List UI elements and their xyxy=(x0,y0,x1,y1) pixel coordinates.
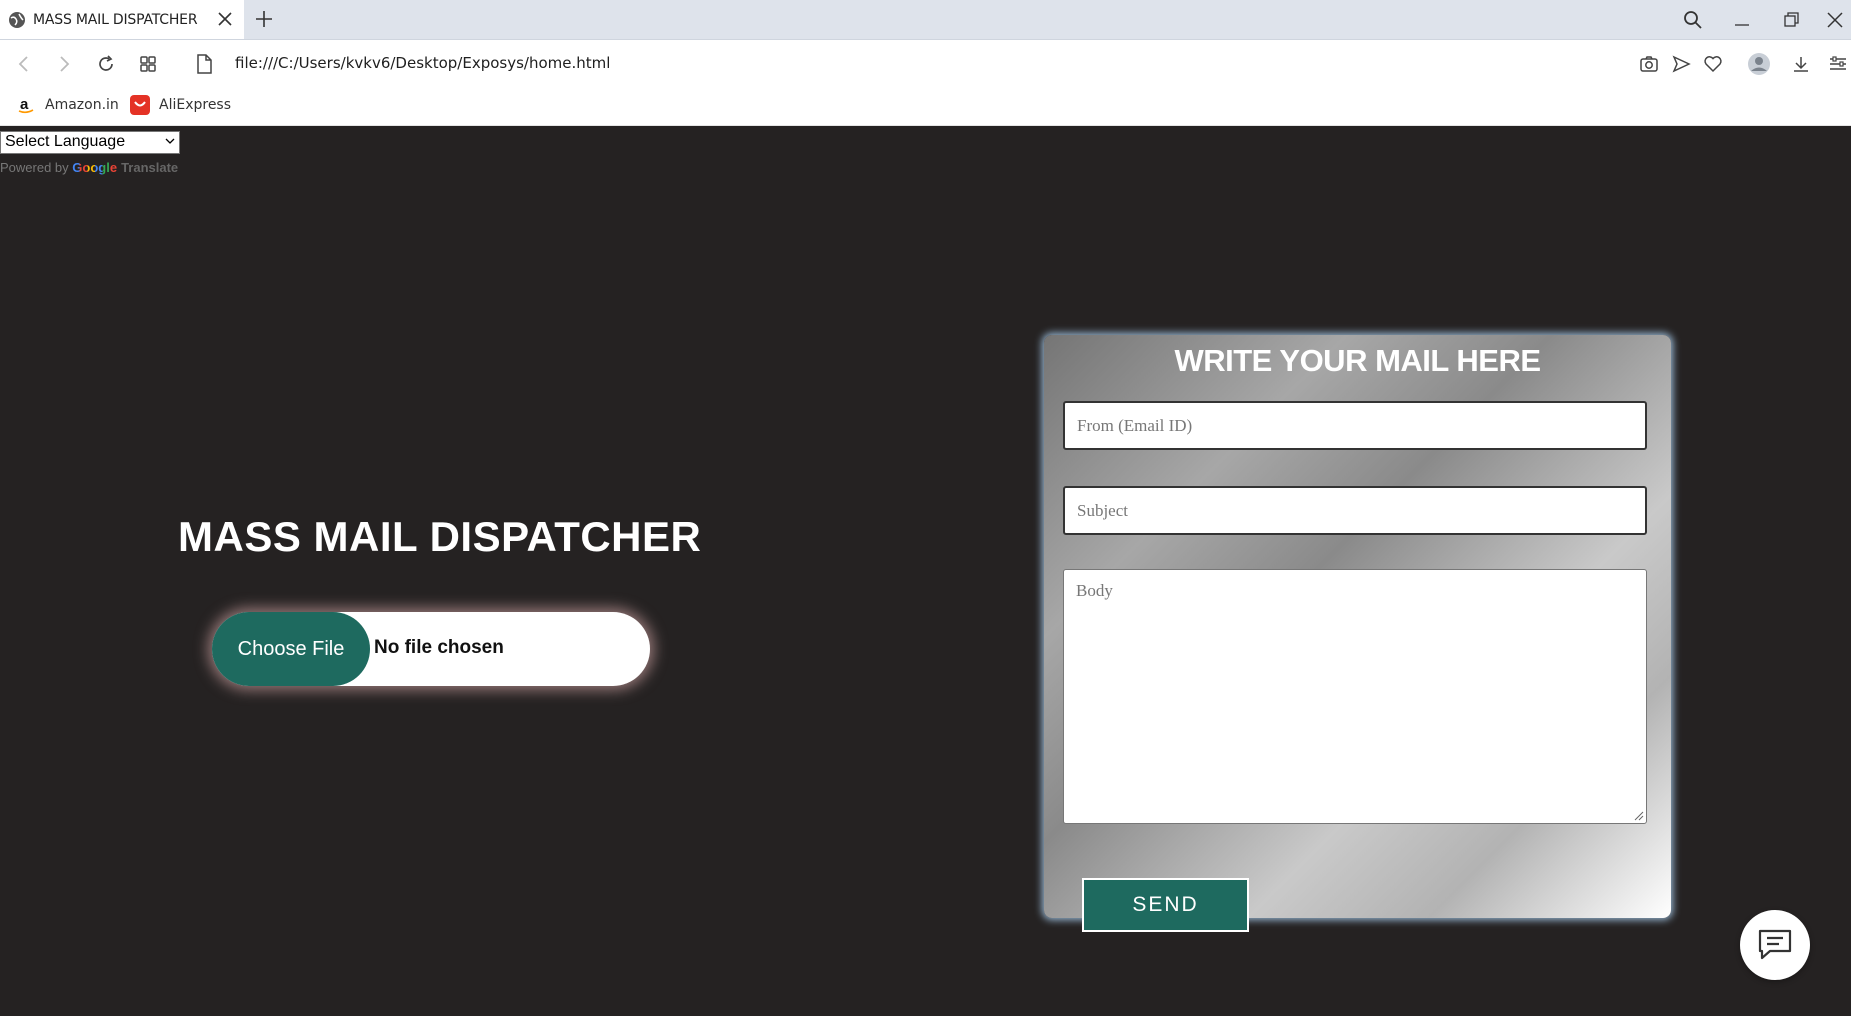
reload-icon[interactable] xyxy=(94,52,118,76)
bookmark-aliexpress[interactable]: AliExpress xyxy=(130,95,231,115)
powered-by-google-translate: Powered by Google Translate xyxy=(0,160,178,175)
minimize-icon[interactable] xyxy=(1720,0,1764,39)
send-button[interactable]: SEND xyxy=(1082,878,1249,932)
easy-setup-icon[interactable] xyxy=(1826,52,1850,76)
resize-handle-icon[interactable] xyxy=(1634,811,1644,821)
body-textarea[interactable]: Body xyxy=(1063,569,1647,824)
language-select-label: Select Language xyxy=(5,133,126,150)
restore-icon[interactable] xyxy=(1770,0,1814,39)
download-icon[interactable] xyxy=(1789,52,1813,76)
forward-icon[interactable] xyxy=(52,52,76,76)
close-window-icon[interactable] xyxy=(1818,0,1851,39)
subject-field[interactable]: Subject xyxy=(1063,486,1647,535)
address-bar: file:///C:/Users/kvkv6/Desktop/Exposys/h… xyxy=(0,40,1851,87)
subject-placeholder: Subject xyxy=(1077,501,1128,520)
chat-icon xyxy=(1758,929,1792,960)
file-input[interactable]: Choose File No file chosen xyxy=(212,612,650,686)
globe-icon xyxy=(9,11,25,28)
browser-tab[interactable]: MASS MAIL DISPATCHER xyxy=(0,0,244,39)
translate-link[interactable]: Translate xyxy=(121,160,178,175)
new-tab-icon[interactable] xyxy=(254,9,274,29)
bookmark-label: AliExpress xyxy=(159,97,232,113)
speed-dial-icon[interactable] xyxy=(136,52,160,76)
amazon-icon: a xyxy=(16,95,36,115)
choose-file-button[interactable]: Choose File xyxy=(212,612,370,686)
avatar-icon[interactable] xyxy=(1747,52,1771,76)
mail-form-card: WRITE YOUR MAIL HERE From (Email ID) Sub… xyxy=(1044,335,1671,932)
browser-tab-bar: MASS MAIL DISPATCHER xyxy=(0,0,1851,40)
aliexpress-icon xyxy=(130,95,150,115)
chat-button[interactable] xyxy=(1740,910,1810,980)
mail-form-title: WRITE YOUR MAIL HERE xyxy=(1174,343,1541,378)
bookmark-label: Amazon.in xyxy=(45,97,119,113)
heart-icon[interactable] xyxy=(1701,52,1725,76)
page-content: Select Language Powered by Google Transla… xyxy=(0,126,1851,1016)
language-select[interactable]: Select Language xyxy=(0,131,180,154)
chevron-down-icon xyxy=(165,138,175,144)
svg-text:a: a xyxy=(20,96,29,113)
file-status-text: No file chosen xyxy=(374,637,504,658)
file-icon xyxy=(192,52,216,76)
close-tab-icon[interactable] xyxy=(216,10,234,28)
google-logo: Google xyxy=(72,160,118,175)
body-placeholder: Body xyxy=(1076,581,1113,600)
bookmarks-bar: a Amazon.in AliExpress xyxy=(0,87,1851,126)
from-email-field[interactable]: From (Email ID) xyxy=(1063,401,1647,450)
powered-by-label: Powered by xyxy=(0,160,69,175)
page-title: MASS MAIL DISPATCHER xyxy=(178,513,702,560)
url-field[interactable]: file:///C:/Users/kvkv6/Desktop/Exposys/h… xyxy=(235,54,610,72)
tab-title: MASS MAIL DISPATCHER xyxy=(33,11,198,28)
bookmark-amazon[interactable]: a Amazon.in xyxy=(16,95,119,115)
from-email-placeholder: From (Email ID) xyxy=(1077,416,1193,435)
send-icon[interactable] xyxy=(1669,52,1693,76)
search-tabs-icon[interactable] xyxy=(1671,0,1715,39)
camera-icon[interactable] xyxy=(1637,52,1661,76)
back-icon[interactable] xyxy=(12,52,36,76)
